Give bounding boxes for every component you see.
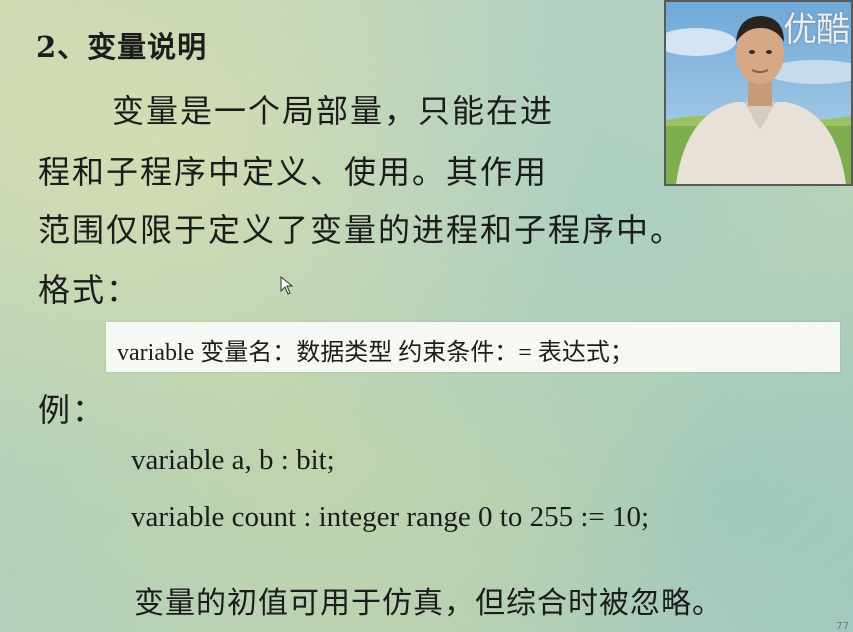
code-line: variable a, b : bit; — [131, 444, 335, 476]
section-title: 2、变量说明 — [36, 30, 208, 64]
mouse-pointer-icon — [280, 276, 294, 295]
paragraph-line: 变量是一个局部量，只能在进 — [112, 92, 555, 130]
syntax-text: variable 变量名：数据类型 约束条件：= 表达式； — [117, 340, 634, 366]
page-number: 77 — [836, 621, 849, 632]
code-line: variable count : integer range 0 to 255 … — [131, 501, 650, 533]
note-text: 变量的初值可用于仿真，但综合时被忽略。 — [134, 586, 723, 621]
watermark-logo: 优酷 — [783, 10, 850, 50]
example-label: 例： — [38, 391, 107, 429]
paragraph-line: 程和子程序中定义、使用。其作用 — [38, 153, 549, 191]
presenter-video[interactable]: 优酷 — [664, 0, 853, 186]
syntax-box: variable 变量名：数据类型 约束条件：= 表达式； — [106, 322, 840, 372]
paragraph-line: 范围仅限于定义了变量的进程和子程序中。 — [38, 211, 685, 249]
format-label: 格式： — [38, 271, 141, 309]
